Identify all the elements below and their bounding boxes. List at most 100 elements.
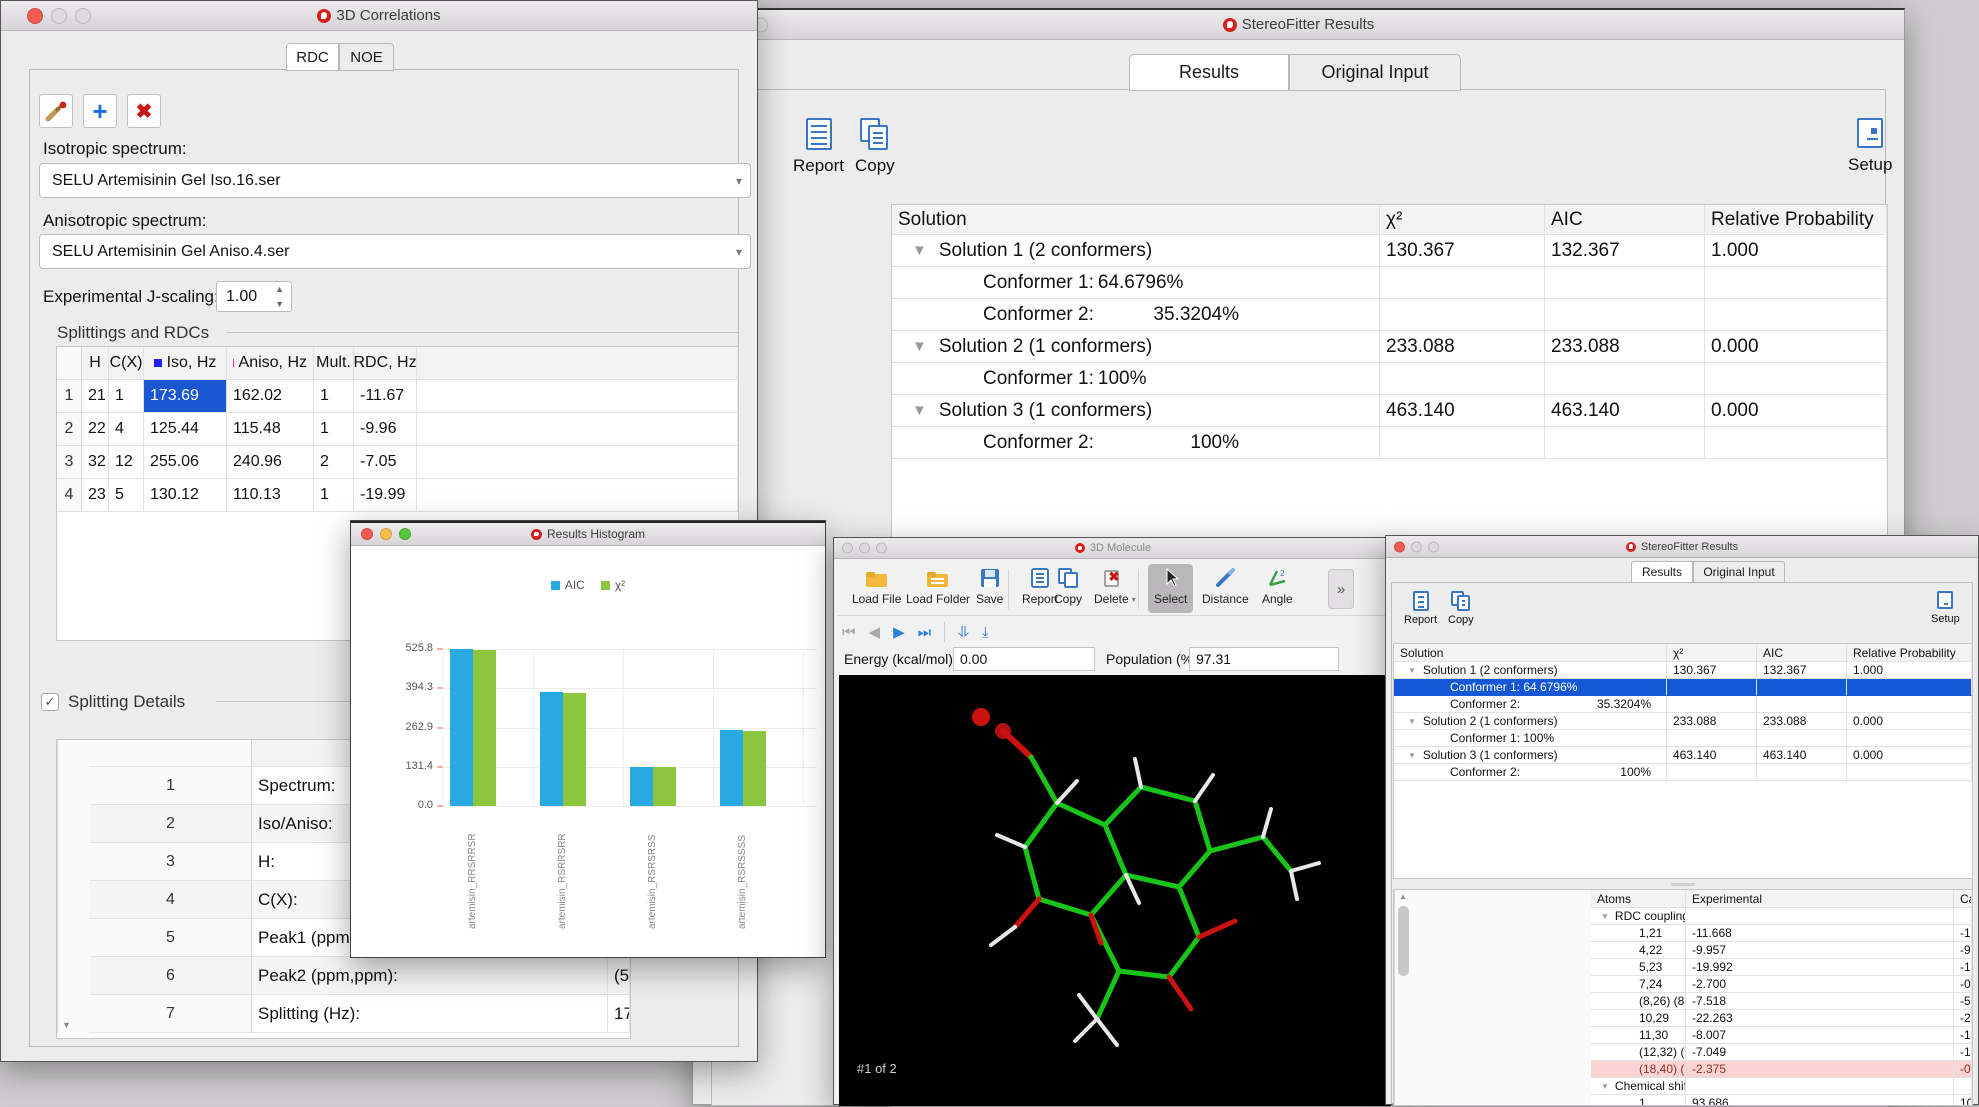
col-header-mult[interactable]: Mult.: [314, 347, 354, 380]
chi2-value[interactable]: 130.367: [1380, 235, 1545, 267]
cell-aniso[interactable]: 162.02: [227, 380, 314, 413]
delete-button[interactable]: ✖Delete▾: [1088, 564, 1142, 613]
report-button[interactable]: Report: [793, 118, 844, 176]
scrollbar-vertical[interactable]: ▼: [57, 740, 90, 1033]
zoom-button[interactable]: [1428, 541, 1439, 552]
cell-iso[interactable]: 173.69: [144, 380, 227, 413]
solution-row[interactable]: ▼Solution 2 (1 conformers): [1394, 713, 1667, 730]
col-header-rdc[interactable]: RDC, Hz: [354, 347, 417, 380]
experimental-value[interactable]: -11.668: [1686, 925, 1954, 942]
conformer-row[interactable]: Conformer 1:64.6796%: [892, 267, 1380, 299]
disclosure-triangle-icon[interactable]: ▼: [1408, 751, 1416, 760]
experimental-value[interactable]: -9.957: [1686, 942, 1954, 959]
atoms-cell[interactable]: 4,22: [1591, 942, 1686, 959]
zoom-button[interactable]: [876, 543, 887, 554]
cell-h[interactable]: 32: [82, 446, 109, 479]
col-header-1[interactable]: Experimental: [1686, 890, 1954, 908]
probability-value[interactable]: 0.000: [1705, 395, 1887, 427]
cell-rdc[interactable]: -7.05: [354, 446, 417, 479]
aic-value[interactable]: 463.140: [1545, 395, 1705, 427]
group-row[interactable]: ▼Chemical shifts (ppm): [1591, 1078, 1686, 1095]
cell-iso[interactable]: 130.12: [144, 479, 227, 512]
experimental-value[interactable]: -2.375: [1686, 1061, 1954, 1078]
conformer-row[interactable]: Conformer 2:35.3204%: [1394, 696, 1667, 713]
first-frame-button[interactable]: ⏮: [842, 624, 856, 641]
load-folder-button[interactable]: Load Folder: [900, 564, 976, 613]
cell-iso[interactable]: 255.06: [144, 446, 227, 479]
conformer-row[interactable]: Conformer 2:100%: [892, 427, 1380, 459]
tab-original-input[interactable]: Original Input: [1289, 54, 1461, 91]
cell-rdc[interactable]: -19.99: [354, 479, 417, 512]
last-frame-button[interactable]: ⏭: [918, 624, 932, 641]
population-field[interactable]: 97.31: [1189, 647, 1339, 671]
cell-h[interactable]: 23: [82, 479, 109, 512]
minimize-button[interactable]: [380, 528, 392, 540]
chi2-value[interactable]: 233.088: [1667, 713, 1757, 730]
minimize-button[interactable]: [1411, 541, 1422, 552]
close-button[interactable]: [27, 8, 43, 24]
chi2-value[interactable]: 130.367: [1667, 662, 1757, 679]
chi2-value[interactable]: 463.140: [1667, 747, 1757, 764]
close-button[interactable]: [361, 528, 373, 540]
conformer-row[interactable]: Conformer 1: 64.6796%: [1394, 679, 1667, 696]
angle-button[interactable]: 2Angle: [1256, 564, 1299, 613]
zoom-button[interactable]: [75, 8, 91, 24]
conformer-row[interactable]: Conformer 2:100%: [1394, 764, 1667, 781]
disclosure-triangle-icon[interactable]: ▼: [912, 242, 927, 259]
col-header-3[interactable]: Relative Probability: [1847, 644, 1972, 662]
align-button[interactable]: ⤓: [982, 624, 989, 641]
delete-button[interactable]: ✖: [127, 94, 161, 128]
toolbar-overflow-button[interactable]: »: [1328, 569, 1354, 609]
probability-value[interactable]: 0.000: [1705, 331, 1887, 363]
molecule-canvas[interactable]: #1 of 2: [839, 675, 1391, 1106]
col-header-2[interactable]: Calculated Average: [1954, 890, 1972, 908]
cell-aniso[interactable]: 115.48: [227, 413, 314, 446]
setup-button[interactable]: Setup: [1931, 591, 1960, 625]
group-row[interactable]: ▼RDC couplings (Hz): [1591, 908, 1686, 925]
atoms-cell[interactable]: (18,40) (18,41) (18,42): [1591, 1061, 1686, 1078]
select-button[interactable]: Select: [1148, 564, 1193, 613]
col-header-iso[interactable]: Iso, Hz: [144, 347, 227, 380]
titlebar[interactable]: Results Histogram: [351, 521, 825, 546]
aic-value[interactable]: 132.367: [1545, 235, 1705, 267]
cell-mult[interactable]: 1: [314, 479, 354, 512]
load-file-button[interactable]: Load File: [846, 564, 907, 613]
detail-property[interactable]: Peak2 (ppm,ppm):: [252, 957, 608, 995]
play-button[interactable]: ▶: [893, 623, 905, 641]
cell-cx[interactable]: 1: [109, 380, 144, 413]
titlebar[interactable]: 3D Correlations: [1, 1, 757, 31]
experimental-value[interactable]: -7.049: [1686, 1044, 1954, 1061]
tab-original-input[interactable]: Original Input: [1693, 561, 1785, 583]
copy-button[interactable]: Copy: [855, 118, 895, 176]
col-header-1[interactable]: χ²: [1380, 205, 1545, 235]
tab-results[interactable]: Results: [1129, 54, 1289, 91]
col-header-1[interactable]: χ²: [1667, 644, 1757, 662]
detail-property[interactable]: Splitting (Hz):: [252, 995, 608, 1033]
solution-row[interactable]: ▼Solution 3 (1 conformers): [892, 395, 1380, 427]
calculated-value[interactable]: -20.537: [1954, 1010, 1972, 1027]
cell-aniso[interactable]: 240.96: [227, 446, 314, 479]
aic-value[interactable]: 233.088: [1545, 331, 1705, 363]
atoms-cell[interactable]: (12,32) (12,33): [1591, 1044, 1686, 1061]
jscaling-stepper[interactable]: 1.00 ▲ ▼: [216, 281, 292, 312]
titlebar[interactable]: 3D Molecule: [834, 538, 1392, 559]
calculated-value[interactable]: -19.818: [1954, 959, 1972, 976]
tab-rdc[interactable]: RDC: [286, 43, 339, 71]
col-header-2[interactable]: AIC: [1757, 644, 1847, 662]
cell-mult[interactable]: 1: [314, 380, 354, 413]
copy-button[interactable]: Copy: [1448, 591, 1474, 626]
report-button[interactable]: Report: [1404, 591, 1437, 626]
conformer-row[interactable]: Conformer 1:100%: [892, 363, 1380, 395]
probability-value[interactable]: 1.000: [1847, 662, 1972, 679]
experimental-value[interactable]: -2.700: [1686, 976, 1954, 993]
cell-mult[interactable]: 2: [314, 446, 354, 479]
splitter-handle[interactable]: [1393, 879, 1973, 889]
cell-cx[interactable]: 12: [109, 446, 144, 479]
calculated-value[interactable]: 100.910: [1954, 1095, 1972, 1106]
calculated-value[interactable]: -9.359: [1954, 942, 1972, 959]
cell-aniso[interactable]: 110.13: [227, 479, 314, 512]
chi2-value[interactable]: 233.088: [1380, 331, 1545, 363]
cell-h[interactable]: 22: [82, 413, 109, 446]
atoms-cell[interactable]: 5,23: [1591, 959, 1686, 976]
experimental-value[interactable]: 93.686: [1686, 1095, 1954, 1106]
